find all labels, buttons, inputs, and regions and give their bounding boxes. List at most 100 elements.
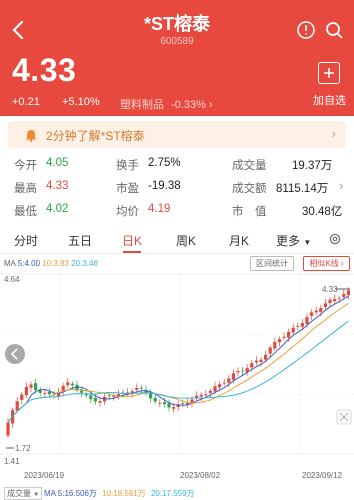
- candle-body: [70, 383, 74, 386]
- candle-body: [20, 394, 24, 400]
- vol-ma5: MA 5:16.506万: [44, 489, 97, 498]
- candlestick-chart[interactable]: 4.64 1.41 4.33 1.72: [0, 272, 354, 470]
- candle-body: [291, 327, 295, 333]
- caret-down-icon: ▼: [33, 492, 40, 498]
- candle-body: [34, 383, 38, 391]
- chart-tabs: 分时 五日 日K 周K 月K 更多 ▼: [0, 226, 354, 254]
- expand-stats-icon[interactable]: ›: [339, 178, 343, 193]
- stat-label-amount: 成交额: [232, 183, 267, 195]
- scroll-left-button[interactable]: [5, 344, 25, 364]
- ma-label: MA: [4, 259, 16, 268]
- candle-body: [158, 402, 162, 404]
- stat-value-mktcap: 30.48亿: [302, 206, 343, 218]
- similar-k-button[interactable]: 相似K线 ›: [303, 256, 350, 271]
- candle-body: [342, 293, 346, 298]
- candle-body: [296, 326, 300, 327]
- candle-body: [162, 402, 166, 405]
- candle-body: [24, 386, 28, 396]
- sector-link[interactable]: 塑料制品 -0.33% ›: [120, 96, 213, 112]
- candle-body: [167, 403, 171, 408]
- add-watchlist-label[interactable]: 加自选: [313, 92, 346, 108]
- promo-banner[interactable]: 2分钟了解*ST榕泰 ›: [8, 121, 346, 148]
- tab-more-label: 更多: [276, 234, 301, 248]
- collapse-chart-button[interactable]: [336, 409, 352, 425]
- stat-value-low: 4.02: [46, 203, 69, 215]
- candle-body: [43, 393, 47, 394]
- tab-intraday[interactable]: 分时: [14, 232, 38, 249]
- stat-label-low: 最低: [14, 206, 37, 218]
- candle-body: [139, 387, 143, 389]
- tab-monthly-k[interactable]: 月K: [229, 232, 249, 249]
- candle-body: [66, 382, 70, 386]
- candle-body: [29, 384, 33, 388]
- volume-selector[interactable]: 成交量 ▼: [4, 487, 43, 500]
- x-label-mid: 2023/08/02: [180, 471, 221, 480]
- tab-weekly-k[interactable]: 周K: [176, 232, 196, 249]
- promo-text: 2分钟了解*ST榕泰: [46, 129, 145, 143]
- vol-ma10: 10:18.581万: [102, 489, 146, 498]
- low-marker: 1.72: [6, 444, 31, 453]
- volume-selector-label: 成交量: [7, 489, 31, 498]
- candle-body: [310, 312, 314, 316]
- candle-body: [89, 395, 93, 400]
- alert-icon[interactable]: [296, 20, 316, 40]
- y-min-label: 1.41: [4, 457, 20, 466]
- stock-header: *ST榕泰 600589 4.33 +0.21 +5.10% 塑料制品 -0.3…: [0, 0, 354, 116]
- candle-body: [287, 331, 291, 338]
- x-label-end: 2023/09/12: [302, 471, 343, 480]
- candle-body: [80, 389, 84, 393]
- chevron-right-icon: ›: [331, 126, 336, 141]
- candle-body: [273, 341, 277, 349]
- candle-body: [305, 317, 309, 325]
- x-label-start: 2023/06/19: [24, 471, 65, 480]
- candle-body: [268, 347, 272, 354]
- tab-daily-k[interactable]: 日K: [122, 232, 142, 249]
- ma5-value: 5:4.00: [17, 259, 41, 268]
- candle-body: [236, 371, 240, 373]
- ma10-value: 10:3.83: [42, 259, 69, 268]
- active-tab-indicator: [123, 251, 141, 253]
- price-change-pct: +5.10%: [62, 96, 100, 108]
- stat-value-turnover: 2.75%: [148, 157, 181, 169]
- stat-label-high: 最高: [14, 183, 37, 195]
- range-stats-button[interactable]: 区间统计: [250, 256, 294, 271]
- candle-body: [204, 394, 208, 396]
- search-icon[interactable]: [324, 20, 344, 40]
- candle-body: [241, 370, 245, 372]
- candle-body: [227, 378, 231, 383]
- stat-label-pe: 市盈: [116, 183, 139, 195]
- volume-ma-legend: MA 5:16.506万 10:18.581万 20:17.559万: [44, 488, 195, 499]
- ma-legend: MA 5:4.00 10:3.83 20:3.46: [4, 259, 98, 268]
- candle-body: [346, 290, 350, 296]
- candle-body: [15, 401, 19, 411]
- candle-body: [218, 384, 222, 388]
- stat-label-volume: 成交量: [232, 160, 267, 172]
- candle-body: [231, 373, 235, 380]
- candle-body: [153, 397, 157, 402]
- stat-value-amount: 8115.14万: [276, 183, 329, 195]
- chevron-right-icon: ›: [208, 99, 213, 111]
- price-change: +0.21: [12, 96, 40, 108]
- candle-body: [47, 391, 51, 395]
- tab-more[interactable]: 更多 ▼: [276, 232, 311, 249]
- high-marker-label: 4.33: [322, 285, 338, 294]
- add-watchlist-button[interactable]: [318, 62, 340, 84]
- candle-body: [282, 336, 286, 338]
- tab-five-day[interactable]: 五日: [68, 232, 92, 249]
- sector-pct: -0.33%: [171, 99, 206, 111]
- high-marker: 4.33: [322, 285, 350, 294]
- similar-k-label: 相似K线: [309, 259, 339, 268]
- candle-body: [328, 299, 332, 304]
- bell-icon: [25, 130, 37, 142]
- candle-body: [208, 390, 212, 393]
- candle-body: [172, 407, 176, 409]
- candles: [6, 287, 350, 439]
- stat-label-avg: 均价: [116, 206, 139, 218]
- settings-icon[interactable]: [328, 232, 342, 246]
- ma20-value: 20:3.46: [71, 259, 98, 268]
- plus-icon: [324, 68, 334, 78]
- candle-body: [135, 387, 139, 390]
- candle-body: [300, 323, 304, 327]
- candle-body: [181, 403, 185, 404]
- candle-body: [337, 297, 341, 299]
